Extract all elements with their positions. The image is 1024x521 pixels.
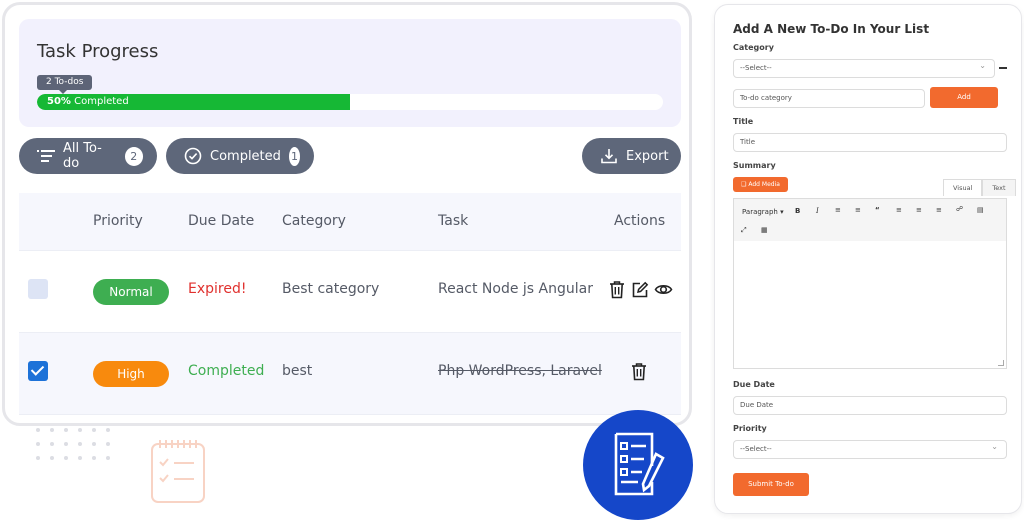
todo-list-card: Task Progress 2 To-dos 50% Completed All… [2, 2, 692, 426]
due-date-status: Completed [188, 363, 265, 379]
editor-toolbar: Paragraph ▾ B I ≡ ≡ “ ≡ ≡ ≡ ☍ ▤ ⤢ ▦ [733, 198, 1007, 242]
trash-icon[interactable] [608, 280, 626, 299]
priority-label: Priority [733, 424, 767, 433]
task-progress-panel: Task Progress 2 To-dos 50% Completed [19, 19, 681, 127]
row-actions [630, 362, 648, 381]
paragraph-format-label: Paragraph [742, 208, 778, 216]
all-todo-label: All To-do [63, 141, 102, 171]
tab-visual[interactable]: Visual [943, 179, 983, 196]
progress-percent: 50% [47, 96, 71, 107]
editor-mode-tabs: Visual Text [943, 179, 1016, 196]
table-row: High Completed best Php WordPress, Larav… [19, 333, 681, 415]
resize-handle[interactable] [998, 360, 1004, 366]
align-center-icon[interactable]: ≡ [916, 206, 922, 214]
fullscreen-icon[interactable]: ⤢ [741, 226, 747, 235]
italic-icon[interactable]: I [816, 207, 819, 215]
due-date-input[interactable]: Due Date [733, 396, 1007, 415]
new-category-input[interactable]: To-do category [733, 89, 925, 108]
due-date-label: Due Date [733, 380, 775, 389]
minus-icon[interactable] [999, 67, 1007, 69]
column-header-task: Task [438, 213, 469, 229]
add-media-button[interactable]: ❑ Add Media [733, 177, 788, 192]
all-todo-count-badge: 2 [124, 146, 143, 166]
completed-filter-button[interactable]: Completed 1 [166, 138, 314, 174]
task-cell: React Node js Angular [438, 281, 593, 297]
all-todo-button[interactable]: All To-do 2 [19, 138, 157, 174]
column-header-actions: Actions [614, 213, 666, 229]
progress-completed-label: Completed [74, 96, 129, 107]
todo-count-tooltip: 2 To-dos [37, 75, 93, 94]
column-header-due-date: Due Date [188, 213, 255, 229]
add-media-label: Add Media [748, 181, 780, 188]
blockquote-icon[interactable]: “ [875, 206, 880, 214]
progress-bar-fill: 50% Completed [37, 94, 350, 110]
submit-todo-button[interactable]: Submit To-do [733, 473, 809, 496]
title-label: Title [733, 117, 754, 126]
category-select[interactable]: --Select-- [733, 57, 995, 78]
add-category-button[interactable]: Add [930, 87, 998, 108]
download-icon [600, 147, 618, 165]
form-title: Add A New To-Do In Your List [733, 22, 930, 36]
add-todo-form: Add A New To-Do In Your List Category --… [714, 4, 1022, 514]
summary-label: Summary [733, 161, 776, 170]
tab-text[interactable]: Text [982, 179, 1016, 196]
toolbar-toggle-icon[interactable]: ▤ [977, 206, 984, 214]
completed-count-badge: 1 [288, 146, 300, 166]
export-button[interactable]: Export [582, 138, 681, 174]
edit-icon[interactable] [631, 280, 649, 299]
completed-filter-label: Completed [210, 148, 281, 164]
bullet-list-icon[interactable]: ≡ [835, 206, 841, 214]
kitchen-sink-icon[interactable]: ▦ [761, 226, 768, 234]
column-header-priority: Priority [93, 213, 143, 229]
category-label: Category [733, 43, 774, 52]
align-left-icon[interactable]: ≡ [896, 206, 902, 214]
priority-select[interactable]: --Select-- [733, 438, 1007, 459]
priority-badge: Normal [93, 279, 169, 305]
checklist-clipboard-icon [148, 436, 208, 510]
progress-bar: 50% Completed [37, 94, 663, 110]
eye-icon[interactable] [654, 280, 673, 299]
task-cell: Php WordPress, Laravel [438, 363, 602, 379]
todo-app-logo [583, 410, 693, 520]
row-checkbox[interactable] [28, 279, 48, 299]
export-label: Export [626, 148, 669, 164]
category-cell: best [282, 363, 313, 379]
check-circle-icon [184, 147, 202, 165]
summary-editor[interactable] [733, 241, 1007, 369]
paragraph-format-select[interactable]: Paragraph ▾ [742, 208, 784, 216]
bold-icon[interactable]: B [795, 207, 800, 215]
align-right-icon[interactable]: ≡ [936, 206, 942, 214]
table-header: Priority Due Date Category Task Actions [19, 193, 681, 251]
priority-badge: High [93, 361, 169, 387]
media-icon: ❑ [741, 181, 747, 188]
row-checkbox[interactable] [28, 361, 48, 381]
due-date-status: Expired! [188, 281, 247, 297]
list-filter-icon [37, 149, 55, 163]
link-icon[interactable]: ☍ [956, 205, 963, 213]
category-cell: Best category [282, 281, 380, 297]
row-actions [608, 280, 673, 299]
page-title: Task Progress [37, 41, 159, 62]
title-input[interactable]: Title [733, 133, 1007, 152]
checklist-pen-icon [614, 432, 665, 496]
trash-icon[interactable] [630, 362, 648, 381]
numbered-list-icon[interactable]: ≡ [855, 206, 861, 214]
column-header-category: Category [282, 213, 346, 229]
table-row: Normal Expired! Best category React Node… [19, 251, 681, 333]
